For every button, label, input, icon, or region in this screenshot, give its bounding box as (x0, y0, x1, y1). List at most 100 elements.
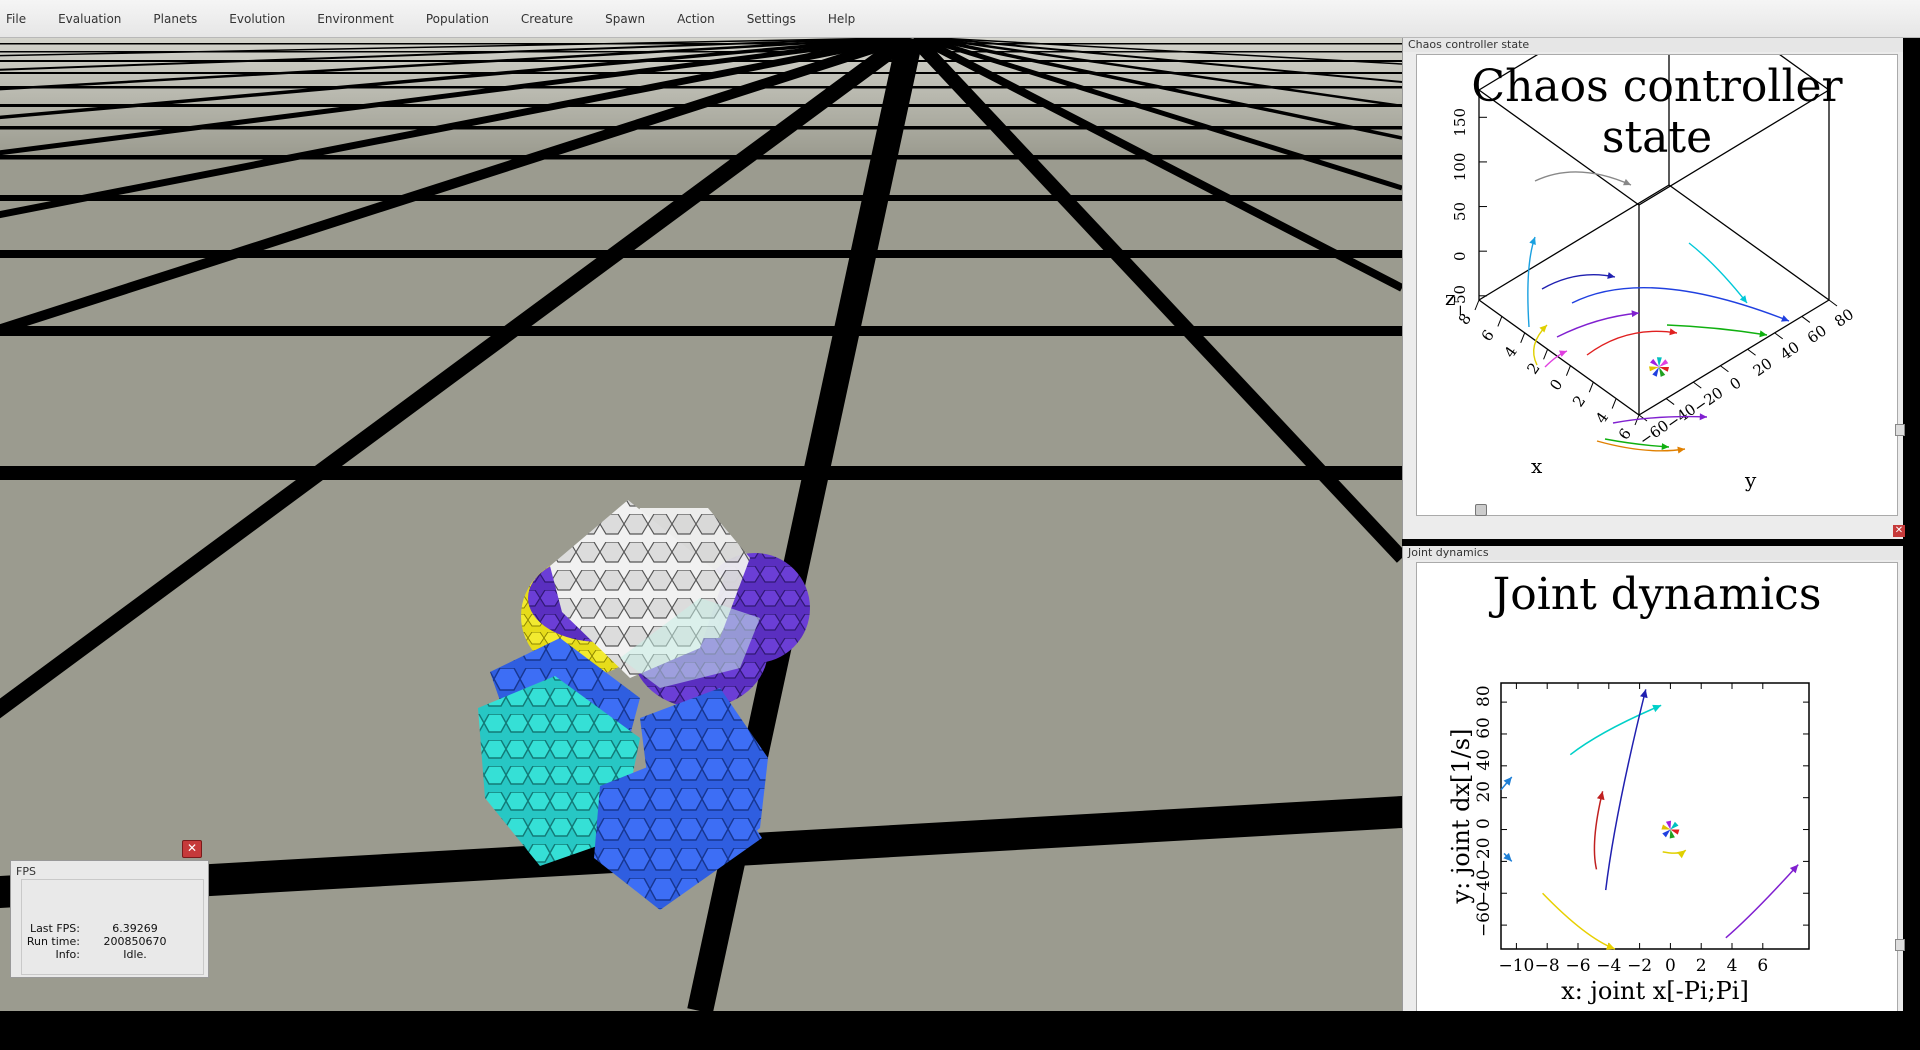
box-edge (1478, 55, 1539, 91)
z-tick-label: 0 (1451, 251, 1469, 261)
x-tick (1611, 398, 1617, 409)
menu-evaluation[interactable]: Evaluation (44, 0, 139, 38)
simulation-viewport[interactable] (0, 38, 1402, 1011)
menu-file[interactable]: File (0, 0, 44, 38)
y-tick-label: 0 (1474, 818, 1494, 829)
y-tick-label: 60 (1804, 321, 1830, 347)
close-icon[interactable]: ✕ (182, 840, 202, 858)
trajectory-line (1533, 324, 1548, 366)
series-line (1542, 892, 1616, 950)
fps-row-info: Info: Idle. (22, 948, 203, 961)
x-tick-label: −4 (1596, 956, 1621, 976)
x-tick (1543, 349, 1549, 360)
y-tick-label: −20 (1474, 837, 1494, 873)
trajectory-arrowhead (1677, 446, 1685, 454)
x-tick-label: 4 (1501, 343, 1521, 361)
trajectory-line (1586, 330, 1678, 356)
fps-row-run-time: Run time: 200850670 (22, 935, 203, 948)
series-line (1593, 791, 1604, 870)
close-icon[interactable]: ✕ (1893, 525, 1905, 537)
chaos-panel-title: Chaos controller state (1403, 38, 1903, 52)
x-tick-label: −6 (1565, 956, 1590, 976)
y-tick-label: 0 (1726, 374, 1744, 394)
y-tick-label: 40 (1777, 338, 1803, 364)
origin-cluster-mark (1662, 829, 1671, 838)
origin-cluster-mark (1670, 821, 1679, 830)
y-tick-label: 20 (1750, 354, 1776, 380)
x-tick-label: 2 (1696, 956, 1707, 976)
fps-value: 6.39269 (112, 922, 158, 935)
series-line (1604, 689, 1647, 891)
fps-panel: FPS Last FPS: 6.39269 Run time: 20085067… (10, 860, 209, 978)
menu-action[interactable]: Action (663, 0, 733, 38)
menu-evolution[interactable]: Evolution (215, 0, 303, 38)
fps-value: 200850670 (103, 935, 167, 948)
box-edge (1478, 89, 1640, 206)
fps-stats: Last FPS: 6.39269 Run time: 200850670 In… (21, 879, 204, 975)
x-tick (1588, 381, 1594, 393)
chaos-controller-panel: Chaos controller state Chaos controller … (1402, 38, 1905, 539)
box-edge (1638, 299, 1830, 416)
x-tick-label: 6 (1478, 326, 1498, 344)
x-tick-label: 4 (1592, 409, 1612, 427)
z-tick-label: 50 (1451, 202, 1469, 221)
y-tick (1774, 332, 1784, 340)
y-tick (1801, 316, 1811, 323)
fps-panel-title: FPS (16, 865, 36, 878)
x-tick (1497, 316, 1503, 327)
x-tick-label: 2 (1523, 359, 1543, 377)
plot-frame (1500, 682, 1810, 950)
joint-chart: Joint dynamics −10 −8 −6 −4 −2 0 2 4 6 −60 −40 −20 0… (1416, 562, 1898, 1013)
x-tick-label: 0 (1546, 376, 1566, 394)
y-tick (1828, 299, 1838, 307)
box-edge (1638, 89, 1830, 206)
x-tick-label: 2 (1569, 392, 1589, 410)
x-tick (1520, 332, 1526, 344)
menu-planets[interactable]: Planets (139, 0, 215, 38)
series-line (1569, 704, 1662, 756)
trajectory-arrowhead (1529, 237, 1536, 245)
y-tick-label: 80 (1474, 685, 1494, 707)
menu-spawn[interactable]: Spawn (591, 0, 663, 38)
trajectory-line (1541, 274, 1616, 290)
y-tick (1720, 365, 1729, 373)
series-arrowhead (1676, 850, 1686, 859)
trajectory-arrowhead (1669, 328, 1677, 336)
resize-handle[interactable] (1895, 939, 1905, 951)
z-tick-label: 150 (1451, 108, 1469, 137)
menu-settings[interactable]: Settings (733, 0, 814, 38)
trajectory-arrowhead (1759, 330, 1767, 338)
menu-help[interactable]: Help (814, 0, 873, 38)
box-edge (1668, 184, 1830, 301)
menu-environment[interactable]: Environment (303, 0, 412, 38)
y-tick-label: −40 (1474, 869, 1494, 905)
series-line (1725, 864, 1799, 939)
y-tick-label: 20 (1474, 781, 1494, 803)
scroll-thumb[interactable] (1475, 504, 1487, 516)
fps-value: Idle. (123, 948, 147, 961)
trajectory-line (1534, 171, 1632, 186)
series-arrowhead (1596, 791, 1605, 801)
menu-creature[interactable]: Creature (507, 0, 591, 38)
x-tick-label: 6 (1757, 956, 1768, 976)
x-tick-label: −10 (1498, 956, 1534, 976)
trajectory-arrowhead (1607, 272, 1615, 279)
y-tick-label: −60 (1474, 901, 1494, 937)
joint-panel-title: Joint dynamics (1403, 546, 1903, 560)
x-tick (1474, 299, 1480, 311)
x-axis-label: x (1531, 454, 1543, 478)
x-tick-label: −2 (1627, 956, 1652, 976)
y-axis-label: y (1744, 468, 1757, 492)
menu-population[interactable]: Population (412, 0, 507, 38)
trajectory-arrowhead (1661, 443, 1669, 451)
y-tick-label: 40 (1474, 749, 1494, 771)
y-tick (1692, 381, 1702, 389)
trajectory-line (1527, 236, 1536, 328)
resize-handle[interactable] (1895, 424, 1905, 436)
fps-label: Run time: (26, 935, 80, 948)
trajectory-line (1556, 312, 1640, 338)
x-tick-label: −8 (1535, 956, 1560, 976)
x-axis-label: x: joint x[-Pi;Pi] (1561, 977, 1749, 1005)
series-arrowhead (1640, 689, 1648, 699)
bottom-bar (0, 1011, 1920, 1050)
